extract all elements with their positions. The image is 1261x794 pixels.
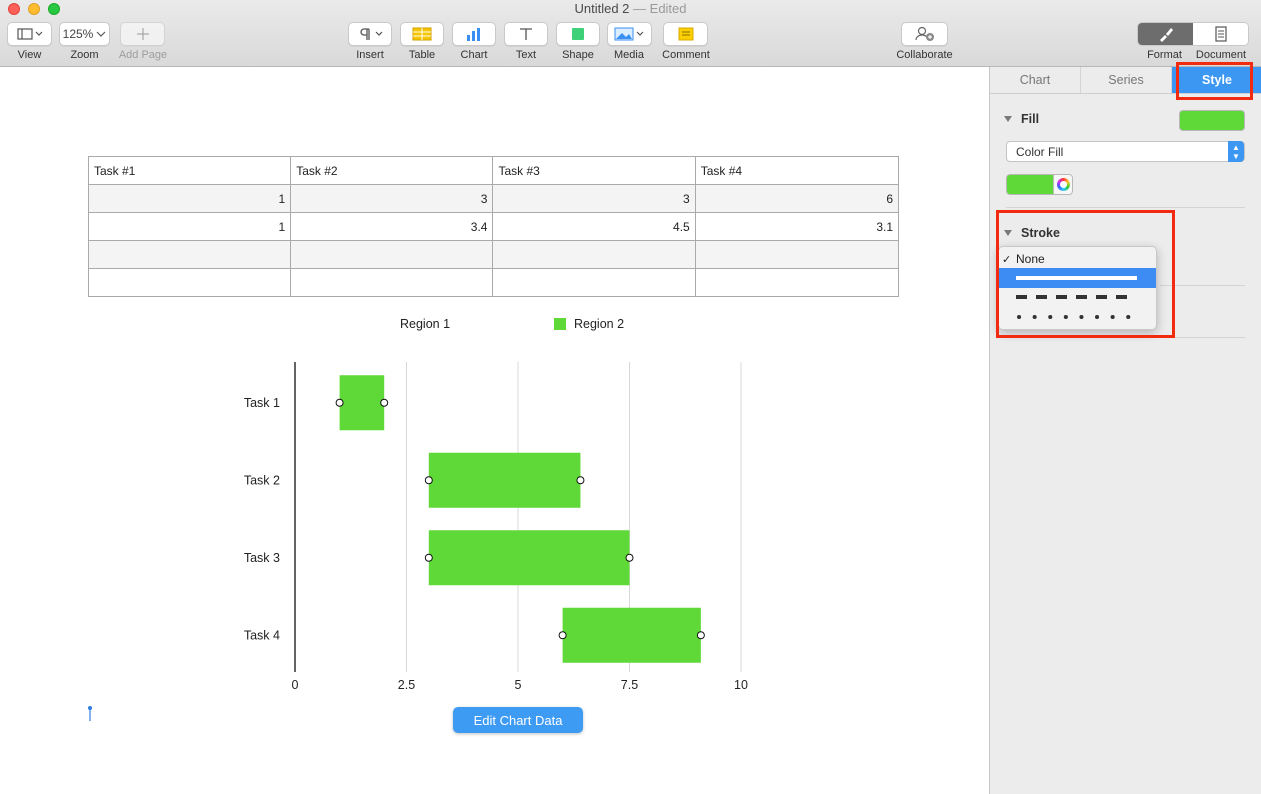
table-label: Table <box>408 49 436 61</box>
add-page-button[interactable] <box>120 22 165 46</box>
y-category-label: Task 1 <box>244 396 280 410</box>
shape-icon <box>572 28 584 40</box>
bar-chart-icon <box>467 28 480 41</box>
format-label: Format <box>1147 49 1182 61</box>
chart-label: Chart <box>460 49 488 61</box>
x-tick-label: 10 <box>734 678 748 692</box>
insert-button[interactable] <box>348 22 392 46</box>
fill-type-value: Color Fill <box>1016 144 1064 159</box>
fill-color-well[interactable] <box>1179 110 1245 131</box>
inspector-toggle <box>1137 22 1249 46</box>
edited-status: — Edited <box>633 1 687 16</box>
x-tick-label: 7.5 <box>621 678 638 692</box>
fill-section-header[interactable]: Fill <box>1004 112 1039 126</box>
bar-selection-handle <box>380 398 389 407</box>
bar-selection-handle <box>335 398 344 407</box>
region-2-bar[interactable] <box>562 607 701 663</box>
bar-selection-handle <box>424 476 433 485</box>
toolbar: Untitled 2 — Edited View 125% Zoom Add P… <box>0 0 1261 67</box>
comment-button[interactable] <box>663 22 708 46</box>
text-insertion-marker-icon <box>88 706 92 721</box>
bar-selection-handle <box>696 631 705 640</box>
chevron-down-icon <box>96 31 106 37</box>
zoom-value: 125% <box>62 27 94 41</box>
shape-button[interactable] <box>556 22 600 46</box>
photo-icon <box>614 27 643 41</box>
zoom-select[interactable]: 125% <box>59 22 110 46</box>
chart-button[interactable] <box>452 22 496 46</box>
color-wheel-button[interactable] <box>1053 175 1072 194</box>
table-icon <box>412 27 432 41</box>
zoom-label: Zoom <box>70 49 99 61</box>
fill-title: Fill <box>1021 112 1040 126</box>
select-arrows-icon: ▲ ▼ <box>1228 141 1244 162</box>
style-tab-highlight-box <box>1176 62 1253 100</box>
y-category-label: Task 4 <box>244 628 280 642</box>
comment-icon <box>678 27 693 41</box>
fill-type-select[interactable]: Color Fill ▲ ▼ <box>1006 141 1245 162</box>
x-tick-label: 2.5 <box>398 678 415 692</box>
table-button[interactable] <box>400 22 444 46</box>
color-wheel-icon <box>1056 178 1070 191</box>
media-label: Media <box>614 49 644 61</box>
collaborate-icon <box>914 26 934 41</box>
text-icon <box>520 28 532 40</box>
section-divider <box>1006 207 1245 208</box>
text-button[interactable] <box>504 22 548 46</box>
region-2-bar[interactable] <box>339 375 385 431</box>
comment-label: Comment <box>662 49 710 61</box>
tab-series[interactable]: Series <box>1081 67 1172 93</box>
tab-chart[interactable]: Chart <box>990 67 1081 93</box>
region-2-bar[interactable] <box>428 530 630 586</box>
sidebar-icon <box>16 28 42 40</box>
paragraph-icon <box>360 28 383 40</box>
disclosure-triangle-icon <box>1004 116 1012 122</box>
document-label: Document <box>1195 49 1247 61</box>
shape-label: Shape <box>562 49 594 61</box>
document-canvas[interactable]: Task #1 Task #2 Task #3 Task #4 1 3 3 6 1 3.4 4.5 3… <box>0 67 989 794</box>
view-label: View <box>17 49 42 61</box>
window-title: Untitled 2 — Edited <box>0 1 1261 16</box>
collaborate-label: Collaborate <box>896 49 953 61</box>
document-title: Untitled 2 <box>574 1 630 16</box>
text-label: Text <box>515 49 537 61</box>
gantt-bar-chart[interactable]: 0 2.5 5 7.5 10 Task 1 Task 2 Task 3 Task 4 <box>0 67 989 707</box>
edit-chart-data-button[interactable]: Edit Chart Data <box>453 707 583 733</box>
media-button[interactable] <box>607 22 652 46</box>
add-page-label: Add Page <box>118 49 168 61</box>
bar-selection-handle <box>625 553 634 562</box>
region-2-bar[interactable] <box>428 452 581 508</box>
fill-color-swatch[interactable] <box>1007 175 1053 194</box>
fill-color-picker[interactable] <box>1006 174 1073 195</box>
document-icon <box>1214 26 1227 42</box>
document-button[interactable] <box>1193 23 1248 45</box>
bar-selection-handle <box>424 553 433 562</box>
x-tick-label: 5 <box>515 678 522 692</box>
plus-icon <box>136 28 149 40</box>
paintbrush-icon <box>1159 28 1173 42</box>
view-button[interactable] <box>7 22 52 46</box>
insert-label: Insert <box>356 49 384 61</box>
format-inspector: Chart Series Style Fill Color Fill ▲ ▼ St… <box>989 62 1261 794</box>
y-category-label: Task 3 <box>244 551 280 565</box>
bar-selection-handle <box>558 631 567 640</box>
format-button[interactable] <box>1138 23 1193 45</box>
stroke-menu-highlight-box <box>996 210 1175 338</box>
collaborate-button[interactable] <box>901 22 948 46</box>
y-category-label: Task 2 <box>244 473 280 487</box>
x-tick-label: 0 <box>292 678 299 692</box>
bar-selection-handle <box>576 476 585 485</box>
